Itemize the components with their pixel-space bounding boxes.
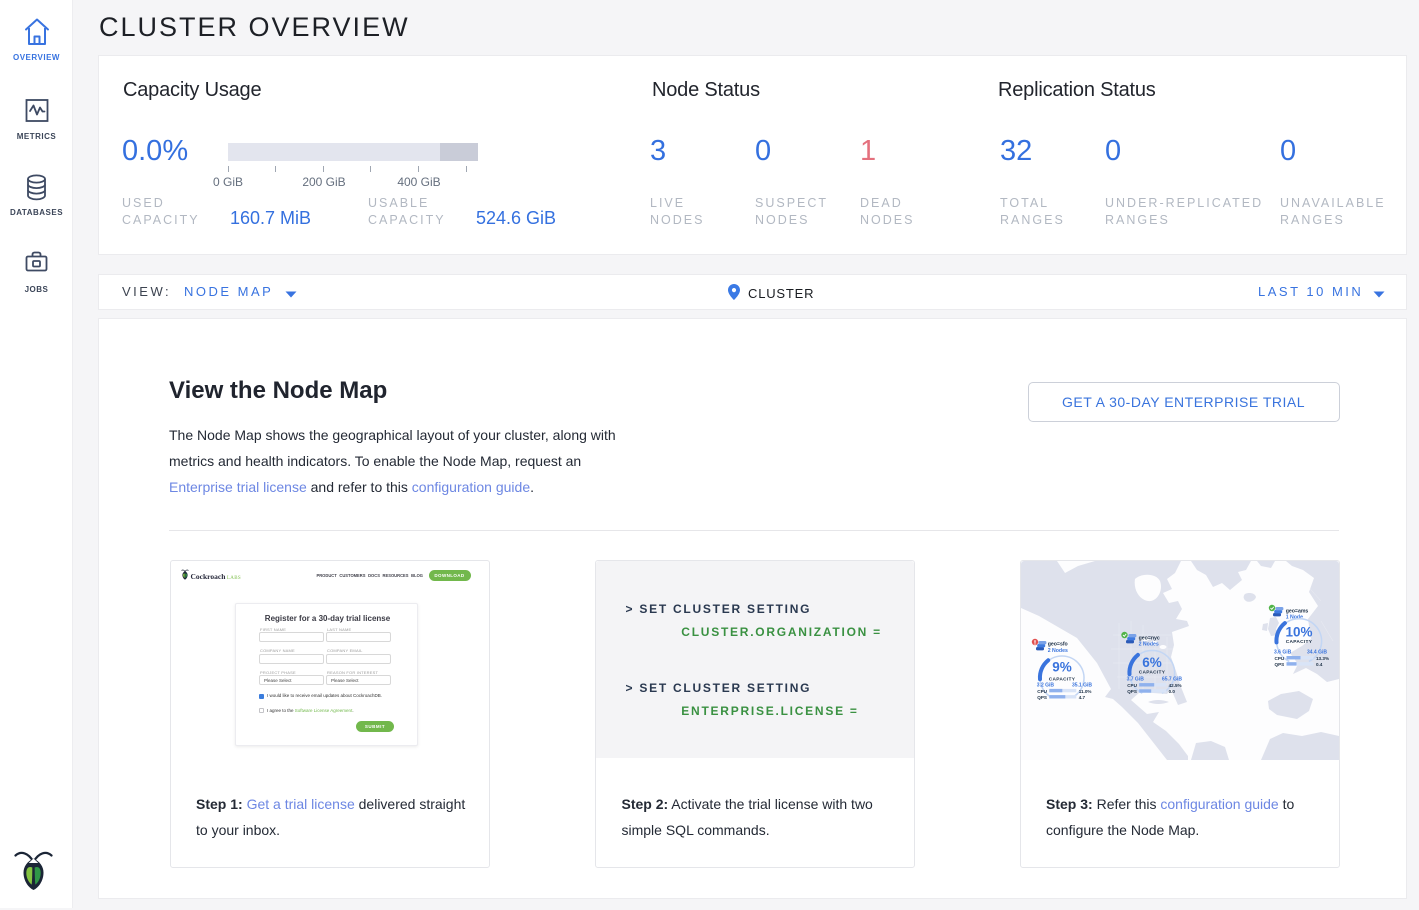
svg-text:65.7 GiB: 65.7 GiB [1161, 676, 1181, 682]
svg-text:CAPACITY: CAPACITY [1285, 639, 1312, 645]
svg-text:CAPACITY: CAPACITY [1138, 669, 1165, 675]
svg-text:9%: 9% [1052, 660, 1072, 675]
svg-text:3.6 GiB: 3.6 GiB [1274, 650, 1292, 656]
svg-text:CAPACITY: CAPACITY [1048, 676, 1075, 682]
svg-text:34.4 GiB: 34.4 GiB [1306, 650, 1326, 656]
svg-text:2 Nodes: 2 Nodes [1047, 648, 1067, 654]
svg-text:3.2 GiB: 3.2 GiB [1036, 683, 1054, 689]
svg-text:2 Nodes: 2 Nodes [1138, 642, 1158, 648]
svg-text:0.4: 0.4 [1316, 662, 1323, 667]
svg-text:QPS: QPS [1037, 695, 1047, 700]
svg-text:6%: 6% [1142, 655, 1162, 670]
svg-text:CPU: CPU [1274, 656, 1284, 661]
svg-text:geo=ams: geo=ams [1285, 608, 1308, 614]
svg-text:CPU: CPU [1127, 683, 1137, 688]
svg-text:CPU: CPU [1037, 689, 1047, 694]
svg-text:QPS: QPS [1274, 662, 1284, 667]
svg-text:10%: 10% [1285, 625, 1312, 640]
svg-text:QPS: QPS [1127, 689, 1137, 694]
svg-text:35.1 GiB: 35.1 GiB [1071, 683, 1091, 689]
svg-text:13.3%: 13.3% [1316, 656, 1329, 661]
svg-text:geo=nyc: geo=nyc [1138, 635, 1159, 641]
svg-text:0.0: 0.0 [1168, 689, 1175, 694]
svg-text:3.7 GiB: 3.7 GiB [1126, 676, 1144, 682]
svg-text:11.0%: 11.0% [1078, 689, 1091, 694]
svg-text:geo=sfo: geo=sfo [1047, 641, 1067, 647]
svg-text:42.5%: 42.5% [1168, 683, 1181, 688]
svg-text:4.7: 4.7 [1078, 695, 1085, 700]
